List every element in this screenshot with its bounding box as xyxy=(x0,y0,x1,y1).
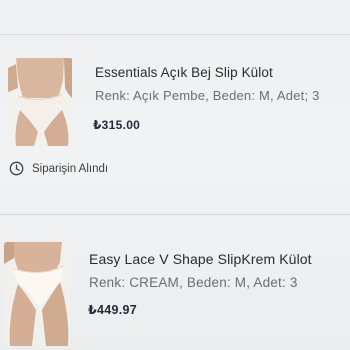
product-details: Renk: Açık Pembe, Beden: M, Adet; 3 xyxy=(95,88,320,103)
order-status-label: Siparişin Alındı xyxy=(32,162,109,175)
divider xyxy=(0,34,350,35)
order-status: Siparişin Alındı xyxy=(9,161,108,176)
clock-check-icon xyxy=(9,161,24,176)
product-price: ₺449.97 xyxy=(88,303,138,317)
product-price: ₺315.00 xyxy=(93,118,141,132)
divider xyxy=(0,214,350,215)
product-image xyxy=(8,58,73,146)
product-name[interactable]: Essentials Açık Bej Slip Külot xyxy=(95,65,273,80)
product-name[interactable]: Easy Lace V Shape SlipKrem Külot xyxy=(89,251,312,267)
product-thumbnail[interactable] xyxy=(4,242,70,346)
order-detail-screen: Essentials Açık Bej Slip Külot Renk: Açı… xyxy=(0,0,350,350)
product-thumbnail[interactable] xyxy=(8,58,73,146)
product-details: Renk: CREAM, Beden: M, Adet: 3 xyxy=(89,275,298,290)
product-image xyxy=(4,242,70,346)
